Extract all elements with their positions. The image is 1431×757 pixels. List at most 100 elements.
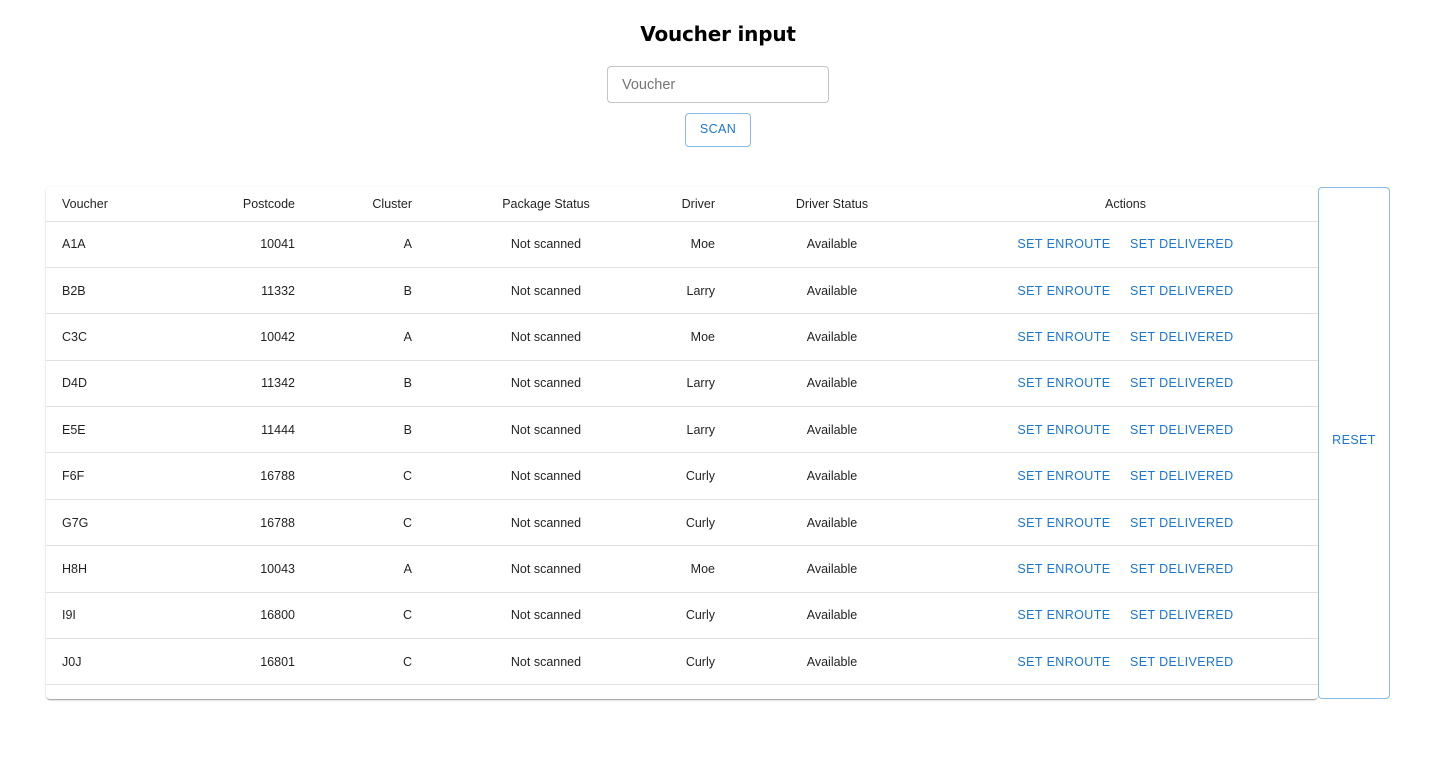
set-enroute-button[interactable]: SET ENROUTE [1011,419,1116,441]
set-delivered-button[interactable]: SET DELIVERED [1124,604,1240,626]
cell-driver: Curly [664,638,731,686]
cell-package-status: Not scanned [428,499,664,547]
cell-driver-status: Available [731,360,933,408]
cell-driver: Curly [664,452,731,500]
cell-driver-status: Available [731,406,933,454]
cell-driver: Curly [664,592,731,640]
cell-driver: Curly [664,499,731,547]
set-delivered-button[interactable]: SET DELIVERED [1124,419,1240,441]
cell-package-status: Not scanned [428,545,664,593]
page-title: Voucher input [640,22,796,46]
cell-driver-status: Available [731,267,933,315]
cell-postcode: 16788 [186,452,311,500]
cell-actions: SET ENROUTE SET DELIVERED [933,592,1318,640]
cell-package-status: Not scanned [428,267,664,315]
cell-cluster: A [311,545,428,593]
cell-driver-status: Available [731,221,933,268]
vouchers-table-container: Voucher Postcode Cluster Package Status … [46,187,1318,699]
set-enroute-button[interactable]: SET ENROUTE [1011,372,1116,394]
cell-postcode: 11342 [186,360,311,408]
cell-package-status: Not scanned [428,592,664,640]
cell-cluster: B [311,267,428,315]
cell-postcode: 16801 [186,638,311,686]
scan-button[interactable]: SCAN [685,113,751,147]
set-delivered-button[interactable]: SET DELIVERED [1124,372,1240,394]
set-enroute-button[interactable]: SET ENROUTE [1011,465,1116,487]
cell-package-status: Not scanned [428,313,664,361]
cell-cluster: A [311,221,428,268]
cell-driver-status: Available [731,638,933,686]
cell-driver-status: Available [731,499,933,547]
table-row: G7G 16788 C Not scanned Curly Available … [46,499,1318,547]
cell-actions: SET ENROUTE SET DELIVERED [933,638,1318,686]
table-header: Voucher Postcode Cluster Package Status … [46,187,1318,222]
cell-postcode: 16788 [186,499,311,547]
set-delivered-button[interactable]: SET DELIVERED [1124,465,1240,487]
cell-voucher: C3C [46,313,186,361]
column-header-package-status: Package Status [428,187,664,222]
cell-postcode: 10043 [186,545,311,593]
table-row: F6F 16788 C Not scanned Curly Available … [46,452,1318,500]
cell-voucher: F6F [46,452,186,500]
cell-package-status: Not scanned [428,638,664,686]
cell-driver: Moe [664,221,731,268]
set-enroute-button[interactable]: SET ENROUTE [1011,558,1116,580]
cell-voucher: J0J [46,638,186,686]
cell-cluster: B [311,360,428,408]
cell-voucher: D4D [46,360,186,408]
cell-cluster: A [311,313,428,361]
column-header-voucher: Voucher [46,187,186,222]
table-row: D4D 11342 B Not scanned Larry Available … [46,360,1318,408]
cell-voucher: A1A [46,221,186,268]
column-header-postcode: Postcode [186,187,311,222]
cell-postcode: 10041 [186,221,311,268]
reset-button[interactable]: RESET [1318,187,1390,699]
set-delivered-button[interactable]: SET DELIVERED [1124,512,1240,534]
set-enroute-button[interactable]: SET ENROUTE [1011,604,1116,626]
cell-actions: SET ENROUTE SET DELIVERED [933,452,1318,500]
cell-driver-status: Available [731,592,933,640]
set-delivered-button[interactable]: SET DELIVERED [1124,233,1240,255]
table-body: A1A 10041 A Not scanned Moe Available SE… [46,221,1318,686]
cell-driver: Larry [664,360,731,408]
cell-voucher: G7G [46,499,186,547]
cell-package-status: Not scanned [428,452,664,500]
column-header-actions: Actions [933,187,1318,222]
cell-actions: SET ENROUTE SET DELIVERED [933,406,1318,454]
column-header-cluster: Cluster [311,187,428,222]
cell-package-status: Not scanned [428,360,664,408]
cell-driver-status: Available [731,313,933,361]
table-row: J0J 16801 C Not scanned Curly Available … [46,638,1318,686]
table-row: I9I 16800 C Not scanned Curly Available … [46,592,1318,640]
set-enroute-button[interactable]: SET ENROUTE [1011,651,1116,673]
cell-driver: Moe [664,313,731,361]
cell-driver: Larry [664,406,731,454]
cell-voucher: E5E [46,406,186,454]
set-delivered-button[interactable]: SET DELIVERED [1124,326,1240,348]
vouchers-table: Voucher Postcode Cluster Package Status … [46,187,1318,686]
cell-driver-status: Available [731,545,933,593]
set-delivered-button[interactable]: SET DELIVERED [1124,651,1240,673]
table-row: C3C 10042 A Not scanned Moe Available SE… [46,313,1318,361]
table-row: H8H 10043 A Not scanned Moe Available SE… [46,545,1318,593]
cell-package-status: Not scanned [428,221,664,268]
set-enroute-button[interactable]: SET ENROUTE [1011,512,1116,534]
column-header-driver: Driver [664,187,731,222]
set-enroute-button[interactable]: SET ENROUTE [1011,326,1116,348]
set-enroute-button[interactable]: SET ENROUTE [1011,233,1116,255]
cell-actions: SET ENROUTE SET DELIVERED [933,221,1318,268]
voucher-input[interactable] [607,66,829,103]
cell-voucher: I9I [46,592,186,640]
cell-driver-status: Available [731,452,933,500]
set-delivered-button[interactable]: SET DELIVERED [1124,280,1240,302]
cell-actions: SET ENROUTE SET DELIVERED [933,499,1318,547]
table-header-row: Voucher Postcode Cluster Package Status … [46,187,1318,222]
cell-cluster: B [311,406,428,454]
set-delivered-button[interactable]: SET DELIVERED [1124,558,1240,580]
cell-voucher: B2B [46,267,186,315]
cell-cluster: C [311,638,428,686]
cell-actions: SET ENROUTE SET DELIVERED [933,267,1318,315]
cell-postcode: 11332 [186,267,311,315]
set-enroute-button[interactable]: SET ENROUTE [1011,280,1116,302]
table-row: A1A 10041 A Not scanned Moe Available SE… [46,221,1318,268]
